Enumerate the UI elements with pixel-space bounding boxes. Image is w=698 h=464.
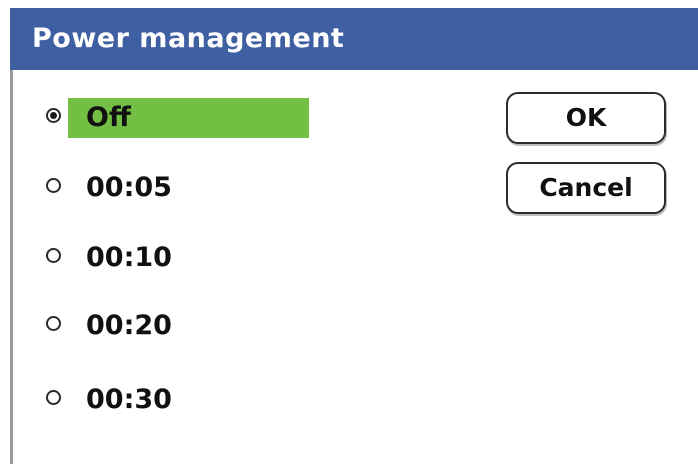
option-label[interactable]: 00:20 (72, 306, 172, 346)
radio-unselected-icon[interactable] (46, 248, 61, 263)
option-00-20[interactable]: 00:20 (36, 306, 316, 346)
radio-unselected-icon[interactable] (46, 178, 61, 193)
radio-unselected-icon[interactable] (46, 316, 61, 331)
option-00-10[interactable]: 00:10 (36, 238, 316, 278)
option-label[interactable]: 00:30 (72, 380, 172, 420)
cancel-button[interactable]: Cancel (506, 162, 666, 214)
radio-unselected-icon[interactable] (46, 390, 61, 405)
option-00-05[interactable]: 00:05 (36, 168, 316, 208)
option-label[interactable]: Off (68, 98, 309, 138)
radio-selected-icon[interactable] (46, 108, 61, 123)
title-bar: Power management (10, 8, 698, 70)
option-off[interactable]: Off (36, 98, 316, 138)
dialog-title: Power management (32, 23, 345, 54)
ok-button[interactable]: OK (506, 92, 666, 144)
option-label[interactable]: 00:05 (72, 168, 172, 208)
dialog-left-border (10, 70, 13, 464)
power-management-dialog: Power management Off 00:05 00:10 00:20 0… (0, 0, 698, 464)
option-label[interactable]: 00:10 (72, 238, 172, 278)
option-00-30[interactable]: 00:30 (36, 380, 316, 420)
